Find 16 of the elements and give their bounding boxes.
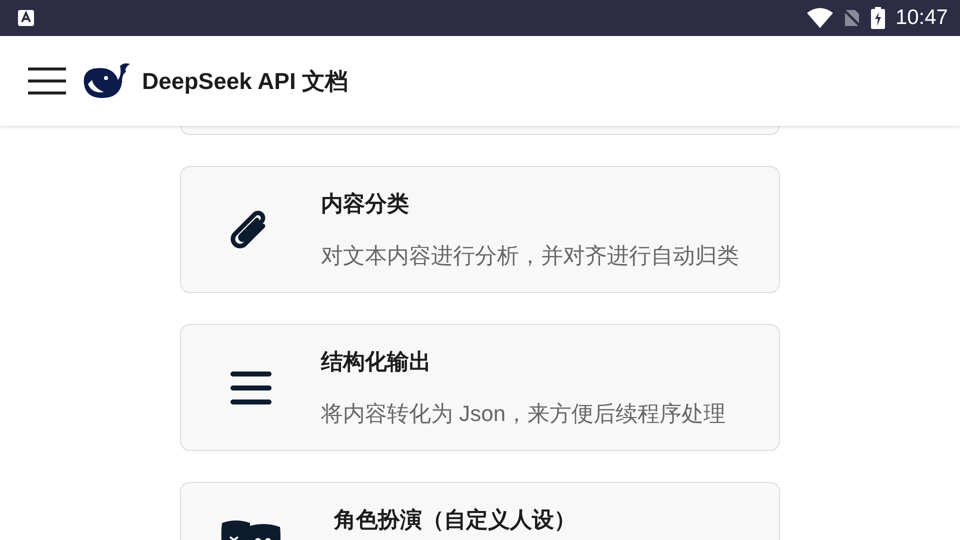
feature-card[interactable]: 结构化输出 将内容转化为 Json，来方便后续程序处理 — [180, 324, 780, 451]
wifi-icon — [807, 8, 834, 28]
card-title: 内容分类 — [321, 190, 410, 218]
card-description: 将内容转化为 Json，来方便后续程序处理 — [321, 400, 726, 428]
menu-lines-icon — [230, 370, 272, 406]
clock-time: 10:47 — [895, 6, 948, 30]
no-sim-icon — [843, 8, 862, 28]
menu-icon[interactable] — [28, 67, 66, 95]
feature-card[interactable]: 内容分类 对文本内容进行分析，并对齐进行自动归类 — [180, 166, 780, 293]
card-title: 角色扮演（自定义人设） — [334, 506, 576, 534]
battery-charging-icon — [871, 7, 886, 29]
card-title: 结构化输出 — [321, 348, 432, 376]
card-description: 对文本内容进行分析，并对齐进行自动归类 — [321, 242, 739, 270]
app-title: DeepSeek API 文档 — [142, 66, 348, 96]
feature-card[interactable]: 角色扮演（自定义人设） — [180, 482, 780, 540]
app-notification-icon — [18, 10, 34, 26]
